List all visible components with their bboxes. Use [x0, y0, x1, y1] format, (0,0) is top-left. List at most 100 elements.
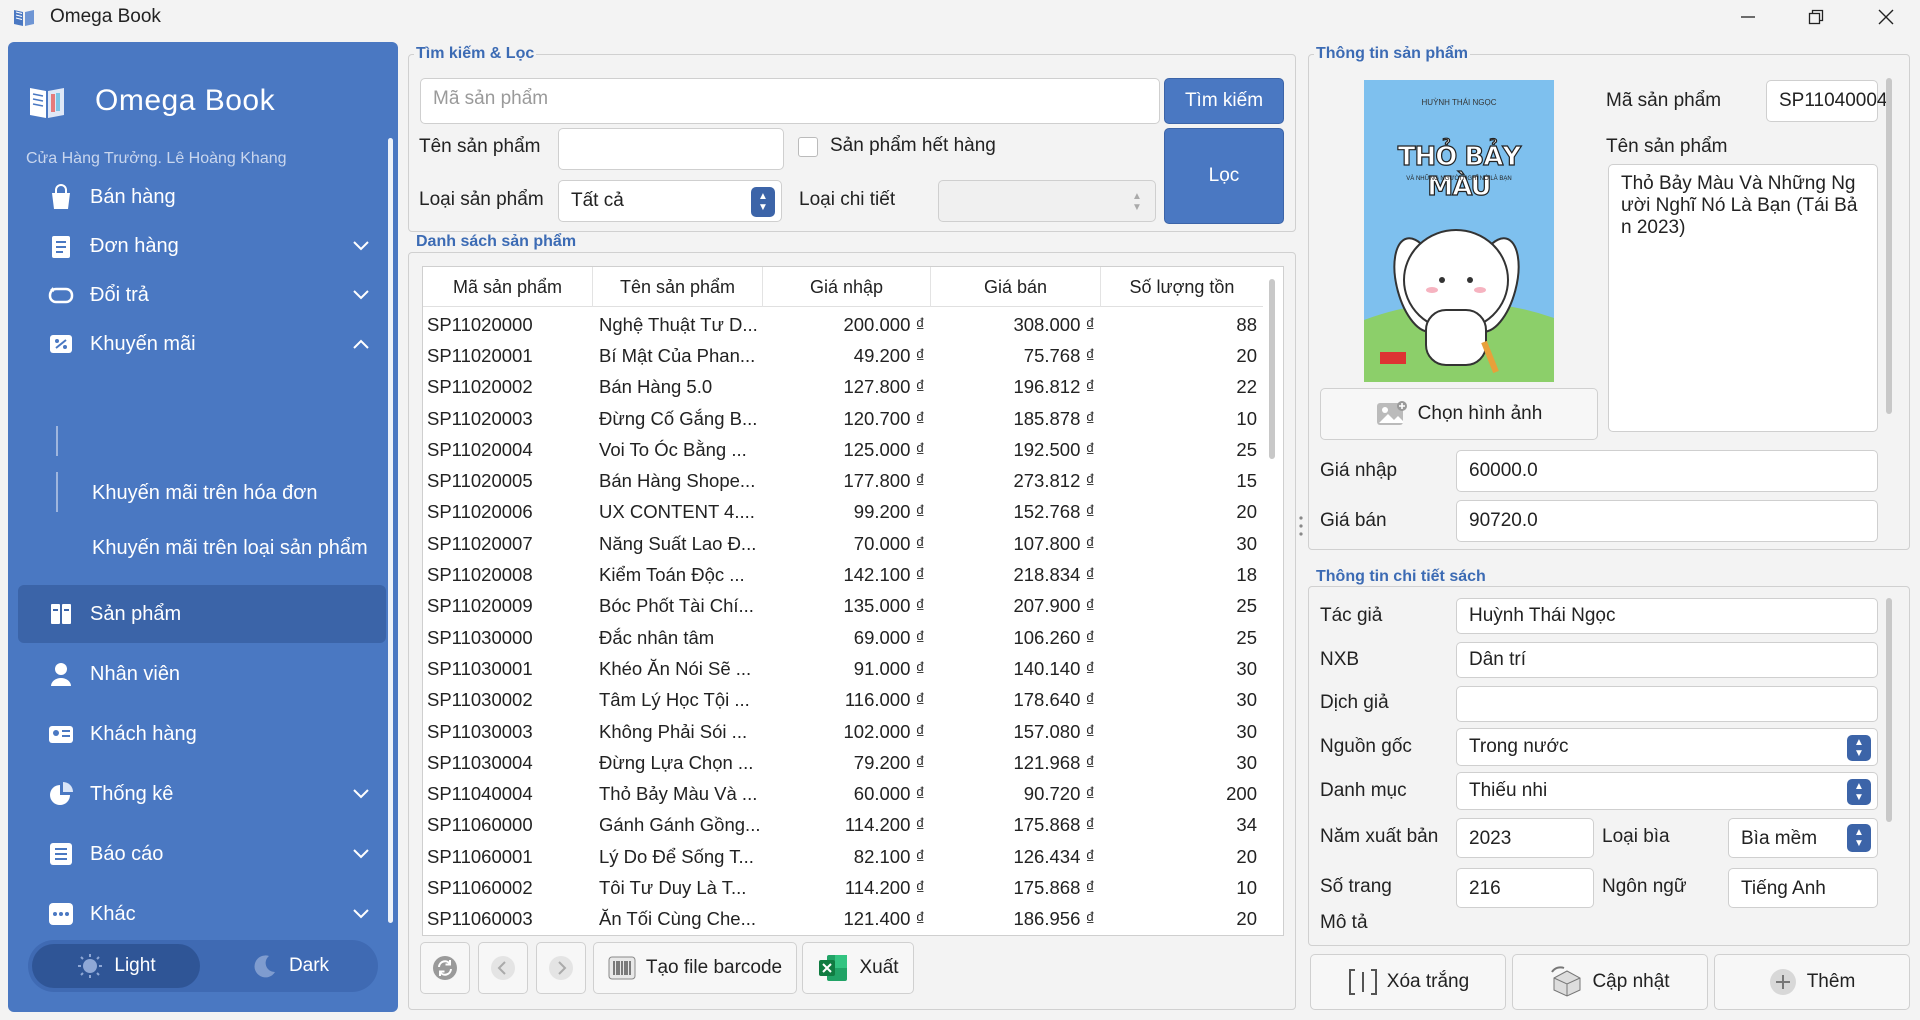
table-row[interactable]: SP11030000 Đắc nhân tâm 69.000 ₫ 106.260 ₫ 2…: [423, 622, 1263, 653]
language-field[interactable]: Tiếng Anh: [1728, 868, 1878, 908]
column-header-stock[interactable]: Số lượng tồn: [1101, 267, 1263, 307]
table-cell: UX CONTENT 4....: [599, 501, 755, 523]
theme-toggle[interactable]: Light Dark: [28, 940, 378, 992]
table-cell: 49.200 ₫: [853, 344, 925, 366]
table-row[interactable]: SP11040004 Thỏ Bảy Màu Và ... 60.000 ₫ 90.7…: [423, 779, 1263, 810]
submenu-khuyen-mai-hoa-don[interactable]: Khuyến mãi trên hóa đơn: [68, 470, 317, 516]
chevron-down-icon: [350, 284, 372, 306]
table-row[interactable]: SP11030004 Đừng Lựa Chọn ... 79.200 ₫ 121.9…: [423, 747, 1263, 778]
choose-image-button[interactable]: Chọn hình ảnh: [1320, 388, 1598, 440]
product-code-search-input[interactable]: Mã sản phẩm: [420, 78, 1160, 124]
clear-button[interactable]: Xóa trắng: [1310, 954, 1506, 1010]
table-row[interactable]: SP11030001 Khéo Ăn Nói Sẽ ... 91.000 ₫ 140.…: [423, 653, 1263, 684]
sidebar-item-khuyen-mai[interactable]: Khuyến mãi: [18, 315, 386, 373]
table-row[interactable]: SP11020002 Bán Hàng 5.0 127.800 ₫ 196.812 ₫…: [423, 372, 1263, 403]
table-cell: Đừng Cố Gắng B...: [599, 407, 758, 429]
create-barcode-button[interactable]: Tạo file barcode: [593, 942, 797, 994]
table-row[interactable]: SP11020004 Voi To Óc Bằng ... 125.000 ₫ 192…: [423, 434, 1263, 465]
table-row[interactable]: SP11020007 Năng Suất Lao Đ... 70.000 ₫ 107.…: [423, 528, 1263, 559]
close-button[interactable]: [1852, 0, 1920, 34]
table-row[interactable]: SP11020005 Bán Hàng Shope... 177.800 ₫ 273.…: [423, 466, 1263, 497]
sale-price-field[interactable]: 90720.0: [1456, 500, 1878, 542]
table-row[interactable]: SP11060000 Gánh Gánh Gồng... 114.200 ₫ 175.…: [423, 810, 1263, 841]
table-cell: 91.000 ₫: [853, 657, 925, 679]
cover-type-select[interactable]: Bìa mềm ▲ ▼: [1728, 818, 1878, 858]
table-cell: 308.000 ₫: [1013, 313, 1095, 335]
table-cell: 114.200 ₫: [844, 814, 925, 836]
add-button[interactable]: Thêm: [1714, 954, 1910, 1010]
product-info-scrollbar[interactable]: [1886, 78, 1892, 414]
table-cell: 82.100 ₫: [853, 845, 925, 867]
book-cover-illustration: [1364, 80, 1554, 382]
year-field[interactable]: 2023: [1456, 818, 1594, 858]
sidebar-scrollbar[interactable]: [388, 138, 393, 923]
pages-field[interactable]: 216: [1456, 868, 1594, 908]
theme-dark-option[interactable]: Dark: [206, 944, 374, 988]
table-cell: 152.768 ₫: [1013, 501, 1095, 523]
sidebar-item-khac[interactable]: Khác: [18, 885, 386, 943]
restore-button[interactable]: [1782, 0, 1850, 34]
sidebar-item-bao-cao[interactable]: Báo cáo: [18, 825, 386, 883]
product-type-label: Loại sản phẩm: [419, 189, 544, 210]
book-detail-scrollbar[interactable]: [1886, 598, 1892, 822]
table-cell: 207.900 ₫: [1013, 595, 1095, 617]
column-header-code[interactable]: Mã sản phẩm: [423, 267, 593, 307]
publisher-field[interactable]: Dân trí: [1456, 642, 1878, 678]
table-cell: 90.720 ₫: [1023, 783, 1095, 805]
sidebar-item-san-pham[interactable]: Sản phẩm: [18, 585, 386, 643]
column-header-name[interactable]: Tên sản phẩm: [593, 267, 763, 307]
report-icon: [46, 839, 76, 869]
splitter-handle[interactable]: [1299, 515, 1303, 541]
cover-author: HUỲNH THÁI NGỌC: [1421, 98, 1497, 107]
submenu-khuyen-mai-loai-san-pham[interactable]: Khuyến mãi trên loại sản phẩm: [68, 525, 368, 571]
sidebar-item-thong-ke[interactable]: Thống kê: [18, 765, 386, 823]
table-row[interactable]: SP11060001 Lý Do Để Sống T... 82.100 ₫ 126.…: [423, 841, 1263, 872]
table-row[interactable]: SP11030002 Tâm Lý Học Tội ... 116.000 ₫ 178…: [423, 685, 1263, 716]
sidebar-item-label: Đơn hàng: [90, 234, 179, 257]
sidebar-item-nhan-vien[interactable]: Nhân viên: [18, 645, 386, 703]
import-price-field[interactable]: 60000.0: [1456, 450, 1878, 492]
next-page-button[interactable]: [536, 942, 586, 994]
table-row[interactable]: SP11060002 Tôi Tư Duy Là T... 114.200 ₫ 175…: [423, 872, 1263, 903]
table-cell: 178.640 ₫: [1013, 689, 1095, 711]
out-of-stock-checkbox[interactable]: [798, 137, 818, 157]
origin-select[interactable]: Trong nước ▲ ▼: [1456, 728, 1878, 766]
table-cell: 70.000 ₫: [853, 532, 925, 554]
table-row[interactable]: SP11020008 Kiểm Toán Độc ... 142.100 ₫ 218.…: [423, 559, 1263, 590]
table-row[interactable]: SP11020006 UX CONTENT 4.... 99.200 ₫ 152.76…: [423, 497, 1263, 528]
previous-page-button[interactable]: [478, 942, 528, 994]
author-field[interactable]: Huỳnh Thái Ngọc: [1456, 598, 1878, 634]
search-button[interactable]: Tìm kiếm: [1164, 78, 1284, 124]
detail-type-select[interactable]: ▲ ▼: [938, 180, 1156, 222]
product-code-field[interactable]: SP11040004: [1766, 80, 1887, 122]
table-row[interactable]: SP11020001 Bí Mật Của Phan... 49.200 ₫ 75.7…: [423, 340, 1263, 371]
table-row[interactable]: SP11020000 Nghệ Thuật Tư D... 200.000 ₫ 308…: [423, 309, 1263, 340]
table-cell: 192.500 ₫: [1013, 438, 1095, 460]
refresh-button[interactable]: [420, 942, 470, 994]
filter-button[interactable]: Lọc: [1164, 128, 1284, 224]
translator-field[interactable]: [1456, 686, 1878, 722]
category-select[interactable]: Thiếu nhi ▲ ▼: [1456, 772, 1878, 810]
theme-light-option[interactable]: Light: [32, 944, 200, 988]
update-button[interactable]: Cập nhật: [1512, 954, 1708, 1010]
product-name-textarea[interactable]: Thỏ Bảy Màu Và Những Người Nghĩ Nó Là Bạ…: [1608, 164, 1878, 432]
sidebar-item-label: Khách hàng: [90, 722, 197, 745]
table-cell: SP11060002: [427, 877, 533, 899]
table-scrollbar[interactable]: [1269, 279, 1275, 459]
sidebar-item-khach-hang[interactable]: Khách hàng: [18, 705, 386, 763]
table-row[interactable]: SP11020003 Đừng Cố Gắng B... 120.700 ₫ 185.…: [423, 403, 1263, 434]
product-name-input[interactable]: [558, 128, 784, 170]
product-type-select[interactable]: Tất cả ▲ ▼: [558, 180, 782, 222]
column-header-sale-price[interactable]: Giá bán: [931, 267, 1101, 307]
year-label: Năm xuất bản: [1320, 826, 1439, 847]
minimize-button[interactable]: [1714, 0, 1782, 34]
table-cell: 102.000 ₫: [843, 720, 925, 742]
export-button[interactable]: Xuất: [802, 942, 914, 994]
table-row[interactable]: SP11030003 Không Phải Sói ... 102.000 ₫ 157…: [423, 716, 1263, 747]
column-header-import-price[interactable]: Giá nhập: [763, 267, 931, 307]
table-row[interactable]: SP11020009 Bóc Phốt Tài Chí... 135.000 ₫ 20…: [423, 591, 1263, 622]
table-row[interactable]: SP11060003 Ăn Tối Cùng Che... 121.400 ₫ 186…: [423, 904, 1263, 935]
table-cell: Voi To Óc Bằng ...: [599, 438, 747, 460]
table-cell: 60.000 ₫: [853, 783, 925, 805]
sidebar-item-label: Nhân viên: [90, 662, 181, 685]
